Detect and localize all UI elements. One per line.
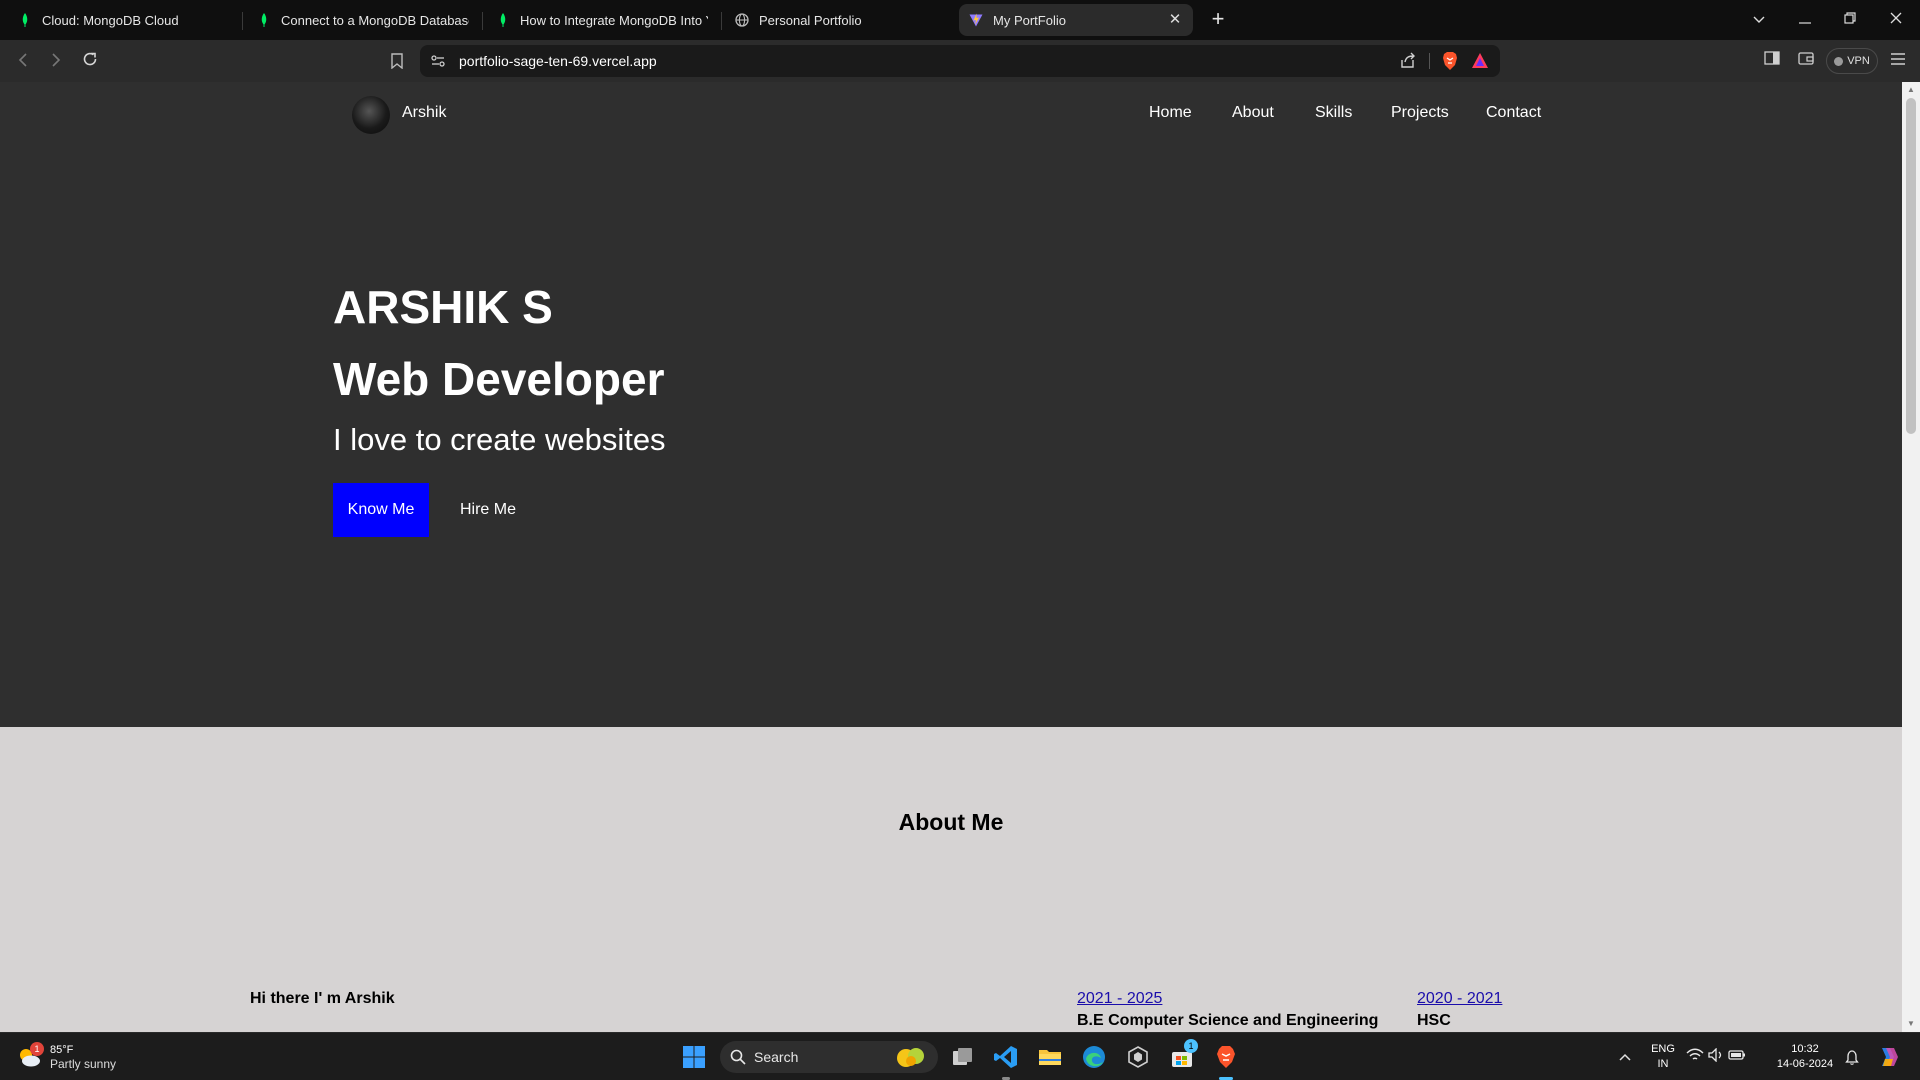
vscode-icon[interactable] [990,1041,1022,1080]
weather-temperature: 85°F [50,1043,74,1056]
tab-mongodb-cloud[interactable]: Cloud: MongoDB Cloud [8,4,240,36]
clock-date: 14-06-2024 [1776,1058,1834,1070]
wifi-icon [1686,1048,1704,1067]
site-settings-icon[interactable] [430,53,446,69]
vpn-label: VPN [1847,55,1870,67]
scrollbar-thumb[interactable] [1906,98,1916,434]
address-bar[interactable]: portfolio-sage-ten-69.vercel.app [420,45,1500,77]
reload-icon[interactable] [77,48,103,74]
nav-link-projects[interactable]: Projects [1391,104,1449,122]
battery-icon [1728,1048,1746,1066]
copilot-icon[interactable] [1872,1041,1904,1073]
weather-widget[interactable]: 1 85°F Partly sunny [16,1041,116,1073]
region-code: IN [1657,1058,1669,1070]
about-intro: Hi there I' m Arshik [250,990,395,1007]
education-period-link[interactable]: 2021 - 2025 [1077,990,1162,1008]
clock[interactable]: 10:32 14-06-2024 [1770,1042,1840,1072]
bookmark-icon[interactable] [386,48,408,74]
omnibox-divider [1429,53,1430,69]
tab-connect-mongodb[interactable]: Connect to a MongoDB Database Us [247,4,479,36]
close-tab-icon[interactable]: ✕ [1165,10,1185,30]
browser-toolbar: portfolio-sage-ten-69.vercel.app VPN [0,40,1920,82]
back-arrow-icon[interactable] [10,48,36,74]
unity-hub-icon[interactable] [1122,1041,1154,1073]
about-section: About Me Hi there I' m Arshik 2021 - 202… [0,727,1902,1032]
hero-section: Arshik Home About Skills Projects Contac… [0,82,1902,727]
windows-start-icon[interactable] [678,1041,710,1073]
vite-icon [969,13,983,27]
tab-separator [242,12,243,30]
page-viewport: Arshik Home About Skills Projects Contac… [0,82,1902,1032]
sidebar-toggle-icon[interactable] [1759,48,1785,74]
brave-shields-icon[interactable] [1440,51,1460,71]
avatar-logo[interactable] [352,96,390,134]
tab-personal-portfolio[interactable]: Personal Portfolio [725,4,957,36]
globe-icon [735,13,749,27]
url-text[interactable]: portfolio-sage-ten-69.vercel.app [459,53,657,69]
about-title: About Me [898,809,1004,835]
nav-link-about[interactable]: About [1232,104,1274,122]
page-scrollbar[interactable]: ▲ ▼ [1902,82,1920,1032]
nav-link-skills[interactable]: Skills [1315,104,1352,122]
weather-condition: Partly sunny [50,1056,117,1071]
clock-time: 10:32 [1791,1043,1819,1055]
education-degree: HSC [1417,1012,1451,1029]
weather-badge: 1 [30,1042,44,1056]
tab-separator [482,12,483,30]
nav-link-contact[interactable]: Contact [1486,104,1541,122]
know-me-button[interactable]: Know Me [333,483,429,537]
tab-search-chevron-icon[interactable] [1743,6,1775,34]
windows-taskbar: 1 85°F Partly sunny Search 1 ENG IN 10:3… [0,1032,1920,1080]
brave-rewards-icon[interactable] [1470,51,1490,71]
vpn-status-dot [1834,56,1844,66]
language-code: ENG [1651,1043,1675,1055]
hero-role: Web Developer [333,353,665,405]
network-volume-battery-group[interactable] [1686,1041,1746,1073]
notification-bell-icon[interactable] [1836,1041,1868,1073]
volume-icon [1708,1046,1724,1067]
brand-name[interactable]: Arshik [402,104,446,122]
language-indicator[interactable]: ENG IN [1648,1042,1678,1072]
site-navbar: Arshik Home About Skills Projects Contac… [0,82,1902,140]
tab-my-portfolio[interactable]: My PortFolio ✕ [959,4,1193,36]
restore-window-icon[interactable] [1834,6,1866,34]
hire-me-button[interactable]: Hire Me [440,483,536,537]
minimize-window-icon[interactable] [1789,6,1821,34]
task-view-icon[interactable] [947,1041,979,1073]
search-icon [730,1049,746,1065]
search-label: Search [754,1049,799,1065]
taskbar-search[interactable]: Search [720,1041,938,1073]
forward-arrow-icon[interactable] [43,48,69,74]
scroll-down-arrow-icon[interactable]: ▼ [1906,1019,1916,1029]
new-tab-button[interactable]: + [1204,6,1232,34]
hero-tagline: I love to create websites [333,422,666,457]
tab-integrate-mongodb[interactable]: How to Integrate MongoDB Into You [486,4,718,36]
close-window-icon[interactable] [1880,6,1912,34]
browser-tab-strip: Cloud: MongoDB Cloud Connect to a MongoD… [0,0,1920,40]
search-highlight-icon [894,1045,928,1072]
vpn-button[interactable]: VPN [1826,48,1878,74]
brave-browser-icon[interactable] [1210,1041,1242,1080]
microsoft-store-icon[interactable]: 1 [1166,1039,1198,1073]
file-explorer-icon[interactable] [1034,1041,1066,1073]
nav-link-home[interactable]: Home [1149,104,1192,122]
show-hidden-icons-chevron-icon[interactable] [1609,1041,1641,1073]
wallet-icon[interactable] [1793,48,1819,74]
scroll-up-arrow-icon[interactable]: ▲ [1906,85,1916,95]
partly-sunny-icon: 1 [16,1042,44,1070]
tab-separator [721,12,722,30]
menu-hamburger-icon[interactable] [1885,48,1911,74]
store-notification-badge: 1 [1184,1039,1198,1053]
education-degree: B.E Computer Science and Engineering [1077,1012,1379,1029]
mongodb-leaf-icon [18,13,32,27]
share-icon[interactable] [1398,51,1418,71]
hero-name: ARSHIK S [333,281,553,333]
edge-browser-icon[interactable] [1078,1041,1110,1073]
education-period-link[interactable]: 2020 - 2021 [1417,990,1502,1008]
mongodb-leaf-icon [496,13,510,27]
mongodb-leaf-icon [257,13,271,27]
